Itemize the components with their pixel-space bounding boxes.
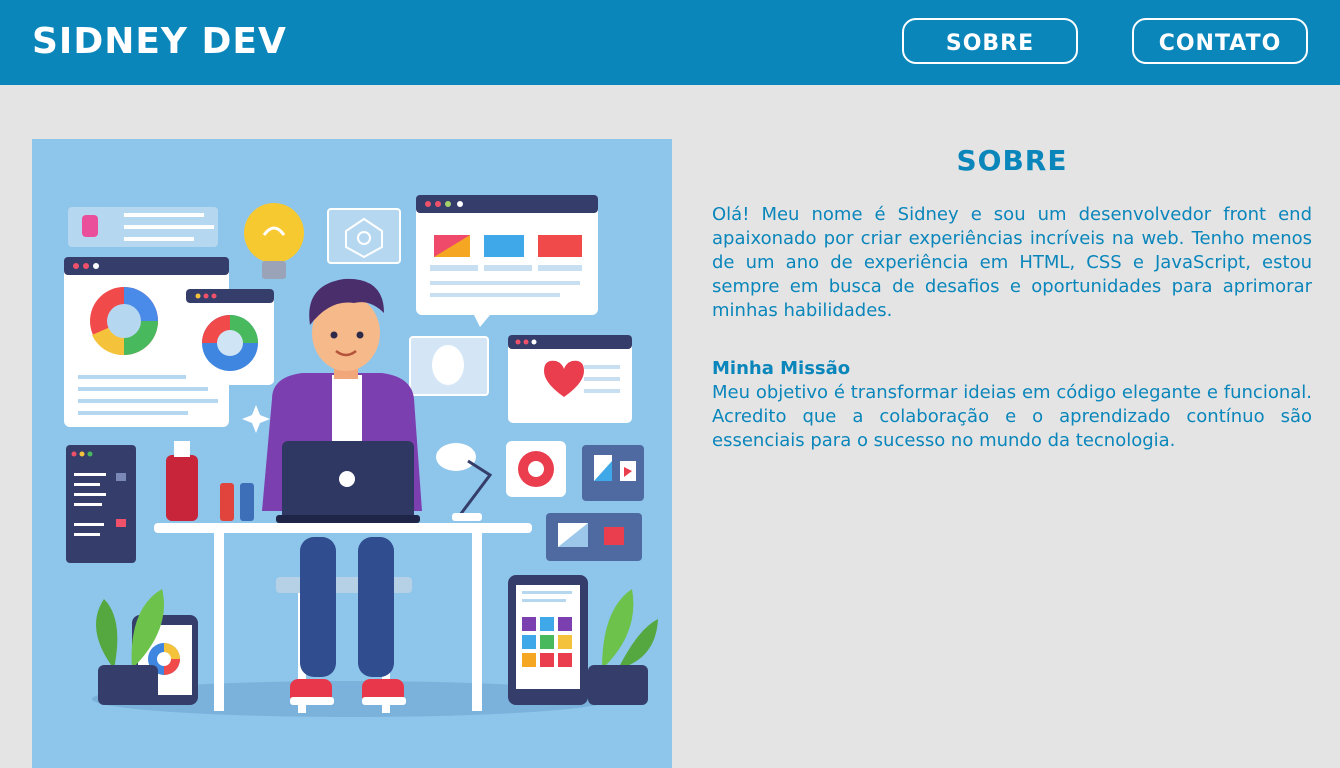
about-text: Olá! Meu nome é Sidney e sou um desenvol… (712, 204, 1312, 321)
pie-card (186, 289, 274, 385)
lightbulb-icon (244, 203, 304, 279)
nav-sobre-button[interactable]: SOBRE (902, 18, 1078, 64)
code-card (68, 207, 218, 247)
about-title: SOBRE (956, 144, 1068, 177)
developer-person (262, 278, 422, 705)
heart-window (508, 335, 632, 423)
developer-illustration (32, 139, 672, 768)
bottles (166, 441, 254, 521)
tablet (508, 575, 588, 705)
gear-card (506, 441, 566, 497)
plant-right (588, 589, 658, 705)
mission-text: Meu objetivo é transformar ideias em cód… (712, 382, 1312, 451)
code-panel (66, 445, 136, 563)
about-section: SOBRE Olá! Meu nome é Sidney e sou um de… (712, 139, 1312, 453)
site-logo[interactable]: SIDNEY DEV (32, 22, 287, 62)
sparkle-icon (242, 405, 270, 433)
desk-lamp (436, 443, 493, 521)
nav-contato-button[interactable]: CONTATO (1132, 18, 1308, 64)
network-card (327, 208, 401, 264)
mission-title: Minha Missão (712, 358, 851, 379)
browser-window (416, 195, 598, 327)
site-header: SIDNEY DEV SOBRE CONTATO (0, 0, 1340, 85)
profile-card (409, 336, 489, 396)
